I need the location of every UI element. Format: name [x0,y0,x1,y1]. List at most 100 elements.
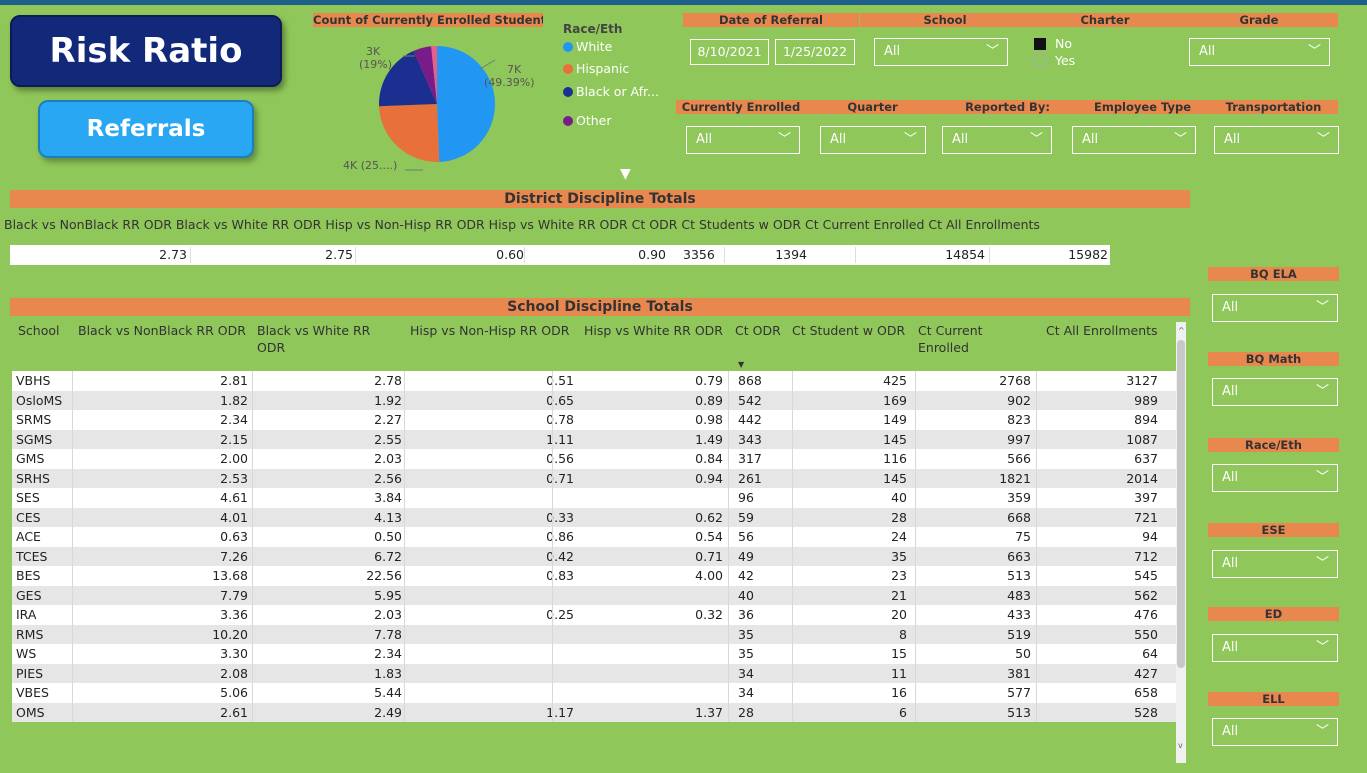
chevron-down-icon: ﹀ [1315,384,1329,399]
charter-filter-label: Charter [1030,13,1180,27]
cell-ct-all-enrollments: 1087 [1126,431,1158,447]
chevron-down-icon: ﹀ [1315,556,1329,571]
chevron-down-icon: ﹀ [1315,300,1329,315]
race-eth-dropdown[interactable]: All ﹀ [1212,464,1338,492]
school-filter-label: School [860,13,1030,27]
table-row[interactable]: GES 7.79 5.95 40 21 483 562 [12,585,1176,605]
col-header-hisp-white[interactable]: Hisp vs White RR ODR [584,322,723,339]
race-eth-label: Race/Eth [1208,438,1339,452]
table-row[interactable]: GMS 2.00 2.03 0.56 0.84 317 116 566 637 [12,449,1176,469]
cell-ct-odr: 42 [738,568,754,583]
cell-ct-current-enrolled: 566 [1007,451,1031,466]
col-header-hisp-nonhisp[interactable]: Hisp vs Non-Hisp RR ODR [410,322,569,339]
ed-dropdown[interactable]: All ﹀ [1212,634,1338,662]
table-row[interactable]: SRHS 2.53 2.56 0.71 0.94 261 145 1821 2014 [12,468,1176,488]
col-header-ct-all-enrollments[interactable]: Ct All Enrollments [1046,322,1158,339]
scroll-up-icon[interactable]: ^ [1178,326,1185,335]
table-scrollbar-thumb[interactable] [1177,340,1185,668]
legend-item-black[interactable]: Black or Afr... [563,84,659,99]
ese-dropdown[interactable]: All ﹀ [1212,550,1338,578]
chevron-down-icon: ﹀ [1173,132,1187,147]
cell-hisp-nonhisp: 0.78 [546,412,574,427]
cell-ct-student-odr: 40 [891,490,907,505]
ed-label: ED [1208,607,1339,621]
cell-black-white: 2.78 [374,373,402,388]
col-header-school[interactable]: School [18,322,60,339]
table-row[interactable]: PIES 2.08 1.83 34 11 381 427 [12,663,1176,683]
legend-item-hispanic[interactable]: Hispanic [563,61,629,76]
chevron-down-icon: ﹀ [903,132,917,147]
table-row[interactable]: VBHS 2.81 2.78 0.51 0.79 868 425 2768 3127 [12,371,1176,391]
charter-option-yes[interactable]: Yes [1034,53,1075,68]
col-header-ct-current-enrolled[interactable]: Ct Current Enrolled [918,322,998,356]
quarter-dropdown[interactable]: All ﹀ [820,126,926,154]
school-table-body: VBHS 2.81 2.78 0.51 0.79 868 425 2768 3127 OsloMS… [12,371,1176,722]
table-row[interactable]: SES 4.61 3.84 96 40 359 397 [12,488,1176,508]
cell-ct-all-enrollments: 2014 [1126,470,1158,486]
table-row[interactable]: OsloMS 1.82 1.92 0.65 0.89 542 169 902 989 [12,390,1176,410]
cell-ct-current-enrolled: 577 [1007,685,1031,700]
cell-school: BES [16,568,41,583]
legend-item-other[interactable]: Other [563,113,612,128]
currently-enrolled-dropdown[interactable]: All ﹀ [686,126,800,154]
cell-ct-current-enrolled: 519 [1007,626,1031,642]
transportation-label: Transportation [1209,100,1338,114]
quarter-label: Quarter [806,100,939,114]
school-dropdown[interactable]: All ﹀ [874,38,1008,66]
bq-math-dropdown[interactable]: All ﹀ [1212,378,1338,406]
cell-school: OsloMS [16,392,63,408]
legend-dot-icon [563,63,573,74]
legend-item-white[interactable]: White [563,39,612,54]
legend-scroll-down-icon[interactable]: ▼ [620,166,631,182]
transportation-dropdown[interactable]: All ﹀ [1214,126,1339,154]
referrals-button[interactable]: Referrals [38,100,254,158]
bq-ela-label: BQ ELA [1208,267,1339,281]
ell-dropdown[interactable]: All ﹀ [1212,718,1338,746]
scroll-down-icon[interactable]: v [1178,741,1183,750]
cell-school: VBES [16,685,49,700]
grade-dropdown[interactable]: All ﹀ [1189,38,1330,66]
district-black-nonblack: 2.73 [159,247,187,262]
table-row[interactable]: SRMS 2.34 2.27 0.78 0.98 442 149 823 894 [12,410,1176,430]
table-row[interactable]: TCES 7.26 6.72 0.42 0.71 49 35 663 712 [12,546,1176,566]
col-header-black-nonblack[interactable]: Black vs NonBlack RR ODR [78,322,246,339]
chevron-down-icon: ﹀ [1316,132,1330,147]
col-header-ct-odr[interactable]: Ct ODR [735,322,781,339]
cell-ct-current-enrolled: 663 [1007,548,1031,564]
table-row[interactable]: VBES 5.06 5.44 34 16 577 658 [12,683,1176,703]
cell-black-nonblack: 0.63 [220,529,248,544]
cell-ct-odr: 34 [738,665,754,681]
cell-ct-student-odr: 145 [883,470,907,486]
reported-by-dropdown[interactable]: All ﹀ [942,126,1052,154]
cell-black-white: 2.03 [374,451,402,466]
table-row[interactable]: IRA 3.36 2.03 0.25 0.32 36 20 433 476 [12,605,1176,625]
bq-ela-dropdown[interactable]: All ﹀ [1212,294,1338,322]
cell-ct-all-enrollments: 545 [1134,568,1158,583]
cell-ct-odr: 542 [738,392,762,408]
cell-black-nonblack: 2.00 [220,451,248,466]
cell-hisp-white: 0.79 [695,373,723,388]
cell-black-white: 2.55 [374,431,402,447]
cell-black-nonblack: 1.82 [220,392,248,408]
cell-ct-current-enrolled: 823 [1007,412,1031,427]
col-header-ct-student-odr[interactable]: Ct Student w ODR [792,322,905,339]
date-end-input[interactable]: 1/25/2022 [775,39,855,65]
cell-ct-student-odr: 35 [891,548,907,564]
table-row[interactable]: BES 13.68 22.56 0.83 4.00 42 23 513 545 [12,566,1176,586]
table-row[interactable]: SGMS 2.15 2.55 1.11 1.49 343 145 997 1087 [12,429,1176,449]
cell-school: GMS [16,451,45,466]
table-row[interactable]: OMS 2.61 2.49 1.17 1.37 28 6 513 528 [12,702,1176,722]
cell-ct-all-enrollments: 989 [1134,392,1158,408]
cell-ct-odr: 28 [738,704,754,720]
table-row[interactable]: CES 4.01 4.13 0.33 0.62 59 28 668 721 [12,507,1176,527]
employee-type-dropdown[interactable]: All ﹀ [1072,126,1196,154]
cell-black-nonblack: 2.15 [220,431,248,447]
date-start-input[interactable]: 8/10/2021 [690,39,769,65]
table-row[interactable]: RMS 10.20 7.78 35 8 519 550 [12,624,1176,644]
table-row[interactable]: ACE 0.63 0.50 0.86 0.54 56 24 75 94 [12,527,1176,547]
col-header-black-white[interactable]: Black vs White RR ODR [257,322,387,356]
cell-black-nonblack: 4.01 [220,509,248,525]
charter-option-no[interactable]: No [1034,36,1072,51]
table-row[interactable]: WS 3.30 2.34 35 15 50 64 [12,644,1176,664]
cell-ct-student-odr: 149 [883,412,907,427]
